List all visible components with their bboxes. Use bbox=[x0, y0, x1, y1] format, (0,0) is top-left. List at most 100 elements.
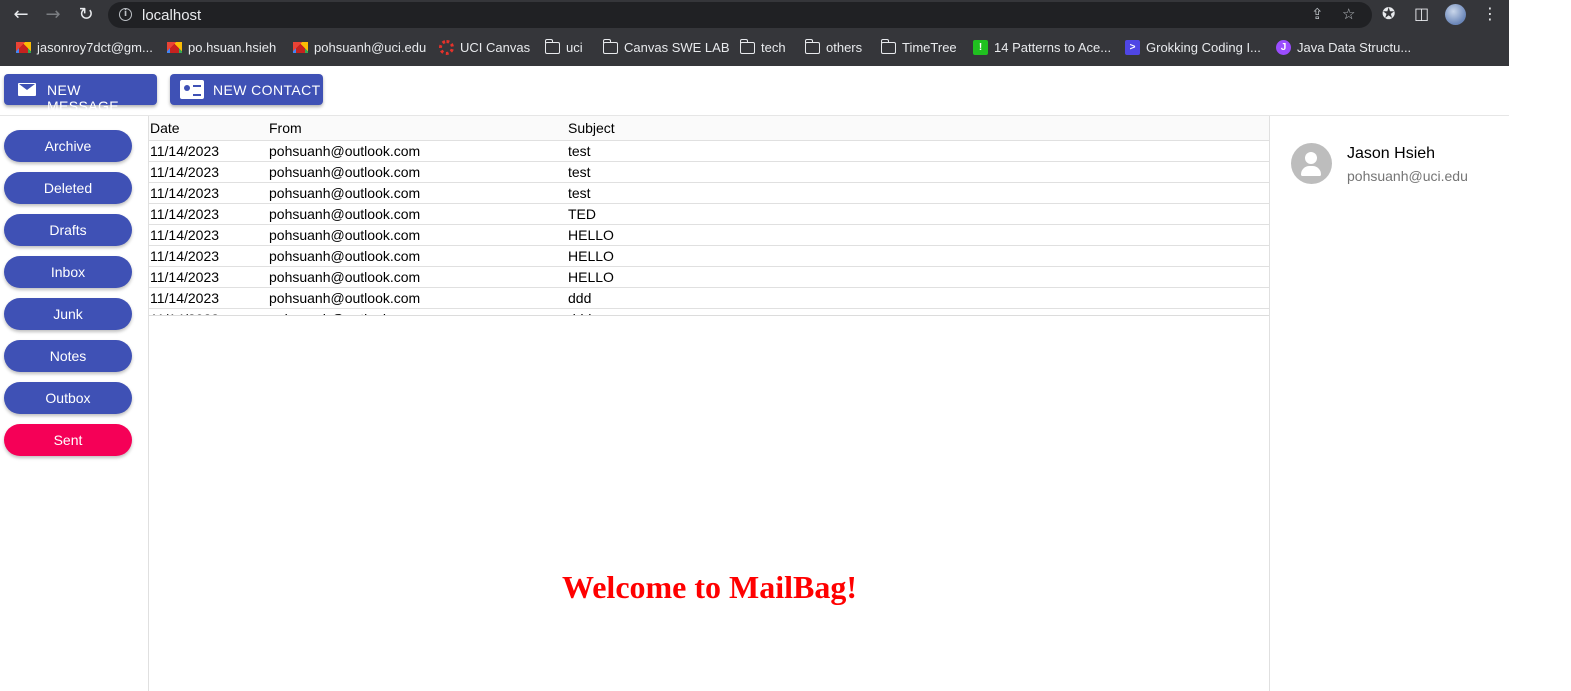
contact-name: Jason Hsieh bbox=[1347, 145, 1436, 162]
reload-icon[interactable]: ↻ bbox=[75, 4, 97, 26]
bookmark-item[interactable]: jasonroy7dct@gm... bbox=[16, 40, 153, 55]
message-date: 11/14/2023 bbox=[150, 143, 220, 159]
message-date: 11/14/2023 bbox=[150, 290, 220, 306]
message-row[interactable]: 11/14/2023 pohsuanh@outlook.com HELLO bbox=[149, 225, 1270, 246]
gmail-icon bbox=[167, 42, 182, 53]
folder-button-archive[interactable]: Archive bbox=[4, 130, 132, 162]
bookmark-label: UCI Canvas bbox=[460, 40, 531, 55]
gmail-icon bbox=[16, 42, 31, 53]
extensions-icon[interactable]: ✪ bbox=[1382, 4, 1395, 23]
message-row[interactable]: 11/14/2023 pohsuanh@outlook.com test bbox=[149, 141, 1270, 162]
site-info-icon[interactable]: i bbox=[119, 8, 132, 21]
java-icon: J bbox=[1276, 40, 1291, 55]
profile-avatar[interactable] bbox=[1445, 4, 1466, 25]
message-row[interactable]: 11/14/2023 pohsuanh@outlook.com HELLO bbox=[149, 267, 1270, 288]
message-from: pohsuanh@outlook.com bbox=[269, 206, 421, 222]
bookmarks-bar: jasonroy7dct@gm... po.hsuan.hsieh pohsuanh… bbox=[0, 36, 1509, 62]
message-row[interactable]: 11/14/2023 pohsuanh@outlook.com test bbox=[149, 183, 1270, 204]
message-row[interactable]: 11/14/2023 pohsuanh@outlook.com TED bbox=[149, 204, 1270, 225]
address-bar[interactable]: i localhost ⇪ ☆ bbox=[108, 2, 1372, 28]
message-row[interactable]: 11/14/2023 pohsuanh@outlook.com test bbox=[149, 162, 1270, 183]
new-message-label: NEW MESSAGE bbox=[47, 82, 120, 114]
message-date: 11/14/2023 bbox=[150, 164, 220, 180]
bookmark-label: Grokking Coding I... bbox=[1146, 40, 1261, 55]
message-from: pohsuanh@outlook.com bbox=[269, 290, 421, 306]
message-from: pohsuanh@outlook.com bbox=[269, 164, 421, 180]
folder-button-outbox[interactable]: Outbox bbox=[4, 382, 132, 414]
contact-avatar-icon bbox=[1291, 143, 1332, 184]
bookmark-label: 14 Patterns to Ace... bbox=[994, 40, 1112, 55]
canvas-icon bbox=[439, 40, 454, 55]
bookmark-label: uci bbox=[566, 40, 583, 55]
message-date: 11/14/2023 bbox=[150, 269, 220, 285]
bookmark-item[interactable]: po.hsuan.hsieh bbox=[167, 40, 276, 55]
bookmark-item[interactable]: uci bbox=[544, 38, 583, 55]
folder-button-sent[interactable]: Sent bbox=[4, 424, 132, 456]
message-row[interactable]: 11/14/2023 pohsuanh@outlook.com ddd bbox=[149, 288, 1270, 309]
browser-menu-icon[interactable]: ⋮ bbox=[1482, 4, 1498, 23]
gmail-icon bbox=[293, 42, 308, 53]
new-message-button[interactable]: NEW MESSAGE bbox=[4, 74, 157, 114]
side-panel-icon[interactable]: ◫ bbox=[1414, 4, 1429, 23]
folder-button-inbox[interactable]: Inbox bbox=[4, 256, 132, 288]
message-from: pohsuanh@outlook.com bbox=[269, 143, 421, 159]
message-subject: test bbox=[568, 164, 591, 180]
folder-icon bbox=[739, 38, 755, 54]
bookmark-item[interactable]: others bbox=[804, 38, 863, 55]
message-subject: ddd bbox=[568, 311, 591, 315]
message-date: 11/14/2023 bbox=[150, 311, 219, 315]
bookmark-label: pohsuanh@uci.edu bbox=[314, 40, 427, 55]
bookmark-label: others bbox=[826, 40, 863, 55]
back-arrow-icon[interactable]: ← bbox=[10, 4, 32, 26]
message-subject: HELLO bbox=[568, 227, 614, 243]
folder-button-drafts[interactable]: Drafts bbox=[4, 214, 132, 246]
message-from: pohsuanh@outlook.com bbox=[269, 311, 420, 315]
folder-icon bbox=[544, 38, 560, 54]
new-contact-label: NEW CONTACT bbox=[213, 82, 321, 98]
bookmark-item[interactable]: TimeTree bbox=[880, 38, 957, 55]
patterns-icon: ! bbox=[973, 40, 988, 55]
contact-card-icon bbox=[180, 80, 204, 99]
bookmark-item[interactable]: J Java Data Structu... bbox=[1276, 40, 1411, 55]
bookmark-item[interactable]: ! 14 Patterns to Ace... bbox=[973, 40, 1111, 55]
share-icon[interactable]: ⇪ bbox=[1311, 5, 1324, 23]
app-toolbar: NEW MESSAGE NEW CONTACT bbox=[0, 66, 1509, 116]
message-from: pohsuanh@outlook.com bbox=[269, 248, 421, 264]
bookmark-item[interactable]: > Grokking Coding I... bbox=[1125, 40, 1261, 55]
browser-chrome: ← → ↻ i localhost ⇪ ☆ ✪ ◫ ⋮ jasonroy7dct… bbox=[0, 0, 1509, 66]
message-row[interactable]: 11/14/2023 pohsuanh@outlook.com HELLO bbox=[149, 246, 1270, 267]
contact-email: pohsuanh@uci.edu bbox=[1347, 168, 1468, 184]
message-subject: test bbox=[568, 185, 591, 201]
message-from: pohsuanh@outlook.com bbox=[269, 227, 421, 243]
bookmark-label: po.hsuan.hsieh bbox=[188, 40, 277, 55]
message-subject: HELLO bbox=[568, 269, 614, 285]
bookmark-label: tech bbox=[761, 40, 786, 55]
message-date: 11/14/2023 bbox=[150, 248, 220, 264]
bookmark-star-icon[interactable]: ☆ bbox=[1342, 5, 1355, 23]
message-list: Date From Subject 11/14/2023 pohsuanh@out… bbox=[149, 116, 1270, 316]
envelope-icon bbox=[18, 83, 36, 96]
new-contact-button[interactable]: NEW CONTACT bbox=[170, 74, 323, 105]
forward-arrow-icon[interactable]: → bbox=[42, 4, 64, 26]
folder-button-deleted[interactable]: Deleted bbox=[4, 172, 132, 204]
folder-button-junk[interactable]: Junk bbox=[4, 298, 132, 330]
message-row[interactable]: 11/14/2023 pohsuanh@outlook.com ddd bbox=[149, 309, 1270, 315]
folder-icon bbox=[602, 38, 618, 54]
bookmark-item[interactable]: tech bbox=[739, 38, 786, 55]
column-header-subject[interactable]: Subject bbox=[568, 120, 615, 136]
message-list-header: Date From Subject bbox=[149, 116, 1270, 141]
bookmark-item[interactable]: Canvas SWE LAB bbox=[602, 38, 730, 55]
bookmark-label: Canvas SWE LAB bbox=[624, 40, 730, 55]
bookmark-item[interactable]: UCI Canvas bbox=[439, 40, 530, 55]
bookmark-item[interactable]: pohsuanh@uci.edu bbox=[293, 40, 426, 55]
message-from: pohsuanh@outlook.com bbox=[269, 185, 421, 201]
folder-icon bbox=[804, 38, 820, 54]
column-header-date[interactable]: Date bbox=[150, 120, 180, 136]
bookmark-label: Java Data Structu... bbox=[1297, 40, 1412, 55]
folder-button-notes[interactable]: Notes bbox=[4, 340, 132, 372]
folder-sidebar: Archive Deleted Drafts Inbox Junk Notes Outbox… bbox=[0, 116, 149, 691]
message-subject: ddd bbox=[568, 290, 592, 306]
column-header-from[interactable]: From bbox=[269, 120, 302, 136]
welcome-message: Welcome to MailBag! bbox=[561, 569, 858, 605]
contacts-panel: Jason Hsieh pohsuanh@uci.edu bbox=[1269, 116, 1509, 691]
